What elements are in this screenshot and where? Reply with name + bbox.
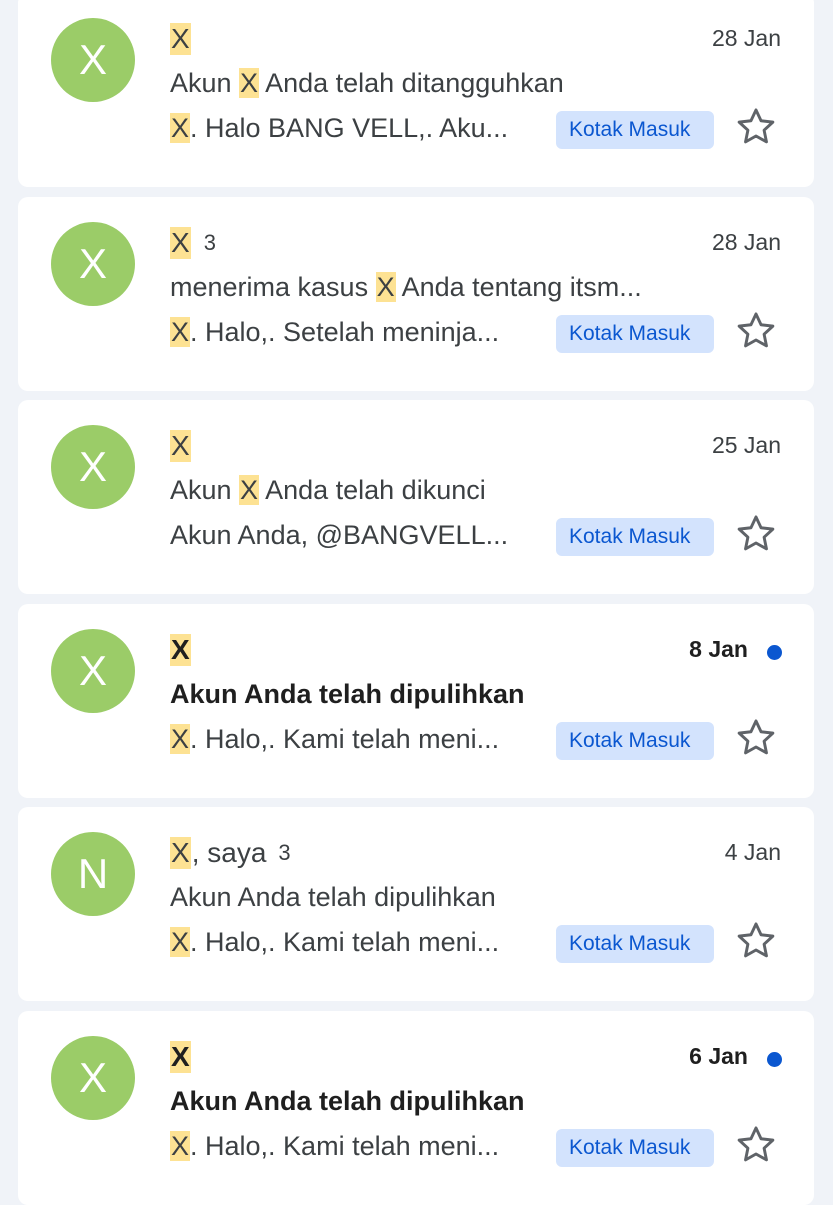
sender-avatar[interactable]: X — [51, 1035, 135, 1120]
subject-text: Akun Anda telah dipulihkan — [170, 678, 525, 709]
email-date: 28 Jan — [711, 25, 781, 51]
sender-name-highlight: X — [170, 226, 191, 259]
subject-text: Akun Anda telah dipulihkan — [170, 882, 496, 912]
sender-avatar[interactable]: X — [51, 628, 135, 713]
subject-highlight: X — [239, 68, 260, 98]
subject-highlight: X — [239, 475, 260, 505]
email-snippet: X. Halo,. Kami telah meni... — [170, 927, 542, 958]
email-snippet: X. Halo,. Kami telah meni... — [170, 723, 542, 755]
star-outline-icon[interactable] — [734, 512, 778, 556]
thread-count: 3 — [203, 229, 216, 255]
label-chip-inbox[interactable]: Kotak Masuk — [556, 111, 714, 149]
sender-line: X 3 — [170, 225, 216, 261]
email-row[interactable]: X X 6 Jan Akun Anda telah dipulihkan X. … — [18, 1010, 814, 1205]
email-snippet: Akun Anda, @BANGVELL... — [170, 520, 542, 551]
sender-line: X — [170, 428, 192, 464]
star-outline-icon[interactable] — [734, 716, 778, 760]
snippet-text: . Halo,. Kami telah meni... — [190, 723, 500, 754]
unread-dot-icon — [767, 1051, 782, 1067]
email-date: 28 Jan — [711, 228, 781, 255]
email-subject: Akun Anda telah dipulihkan — [170, 1086, 730, 1117]
sender-name-rest: , saya — [191, 837, 267, 868]
email-date: 8 Jan — [689, 635, 748, 662]
snippet-highlight: X — [170, 723, 191, 754]
subject-text: Akun — [170, 68, 240, 98]
unread-dot-icon — [767, 644, 782, 660]
snippet-text: . Halo,. Kami telah meni... — [190, 1130, 500, 1161]
subject-text: Akun Anda telah dipulihkan — [170, 1085, 525, 1116]
thread-count: 3 — [278, 840, 291, 865]
sender-name-highlight: X — [170, 633, 191, 666]
star-outline-icon[interactable] — [734, 105, 778, 149]
label-chip-inbox[interactable]: Kotak Masuk — [556, 721, 714, 760]
email-row[interactable]: X X 25 Jan Akun X Anda telah dikunci Aku… — [18, 400, 814, 594]
snippet-highlight: X — [170, 1130, 191, 1161]
email-date: 6 Jan — [689, 1042, 748, 1069]
sender-avatar[interactable]: N — [51, 832, 135, 916]
email-snippet: X. Halo BANG VELL,. Aku... — [170, 113, 542, 144]
sender-line: X — [170, 1039, 192, 1075]
email-subject: Akun X Anda telah dikunci — [170, 475, 730, 506]
label-chip-inbox[interactable]: Kotak Masuk — [556, 518, 714, 556]
star-outline-icon[interactable] — [734, 919, 778, 963]
sender-name-highlight: X — [170, 1040, 191, 1073]
snippet-text: Akun Anda, @BANGVELL... — [170, 520, 509, 550]
sender-line: X , saya 3 — [170, 835, 291, 871]
label-chip-inbox[interactable]: Kotak Masuk — [556, 1128, 714, 1167]
subject-text: menerima kasus — [170, 271, 376, 302]
subject-text-rest: Anda telah ditangguhkan — [259, 68, 564, 98]
subject-text-rest: Anda telah dikunci — [259, 475, 486, 505]
email-row[interactable]: X X 3 28 Jan menerima kasus X Anda tenta… — [18, 196, 814, 391]
email-snippet: X. Halo,. Kami telah meni... — [170, 1130, 542, 1162]
sender-name-highlight: X — [170, 430, 191, 462]
snippet-highlight: X — [170, 927, 191, 957]
email-row[interactable]: N X , saya 3 4 Jan Akun Anda telah dipul… — [18, 807, 814, 1001]
snippet-text: . Halo,. Kami telah meni... — [190, 927, 500, 957]
email-subject: Akun X Anda telah ditangguhkan — [170, 68, 730, 99]
email-subject: Akun Anda telah dipulihkan — [170, 882, 730, 913]
sender-line: X — [170, 21, 192, 57]
label-chip-inbox[interactable]: Kotak Masuk — [556, 314, 714, 353]
email-row[interactable]: X X 8 Jan Akun Anda telah dipulihkan X. … — [18, 603, 814, 798]
snippet-text: . Halo BANG VELL,. Aku... — [190, 113, 509, 143]
sender-name-highlight: X — [170, 23, 191, 55]
snippet-text: . Halo,. Setelah meninja... — [190, 316, 500, 347]
email-row[interactable]: X X 28 Jan Akun X Anda telah ditangguhka… — [18, 0, 814, 187]
sender-name-highlight: X — [170, 837, 191, 869]
subject-highlight: X — [375, 271, 396, 302]
email-subject: Akun Anda telah dipulihkan — [170, 679, 730, 710]
sender-avatar[interactable]: X — [51, 221, 135, 306]
snippet-highlight: X — [170, 316, 191, 347]
sender-line: X — [170, 632, 192, 668]
sender-avatar[interactable]: X — [51, 425, 135, 509]
email-date: 4 Jan — [724, 839, 781, 865]
label-chip-inbox[interactable]: Kotak Masuk — [556, 925, 714, 963]
subject-text: Akun — [170, 475, 240, 505]
email-subject: menerima kasus X Anda tentang itsm... — [170, 271, 730, 303]
email-date: 25 Jan — [711, 432, 781, 458]
star-outline-icon[interactable] — [734, 1123, 778, 1167]
star-outline-icon[interactable] — [734, 309, 778, 353]
sender-avatar[interactable]: X — [51, 18, 135, 102]
snippet-highlight: X — [170, 113, 191, 143]
email-snippet: X. Halo,. Setelah meninja... — [170, 316, 542, 348]
subject-text-rest: Anda tentang itsm... — [395, 271, 642, 302]
